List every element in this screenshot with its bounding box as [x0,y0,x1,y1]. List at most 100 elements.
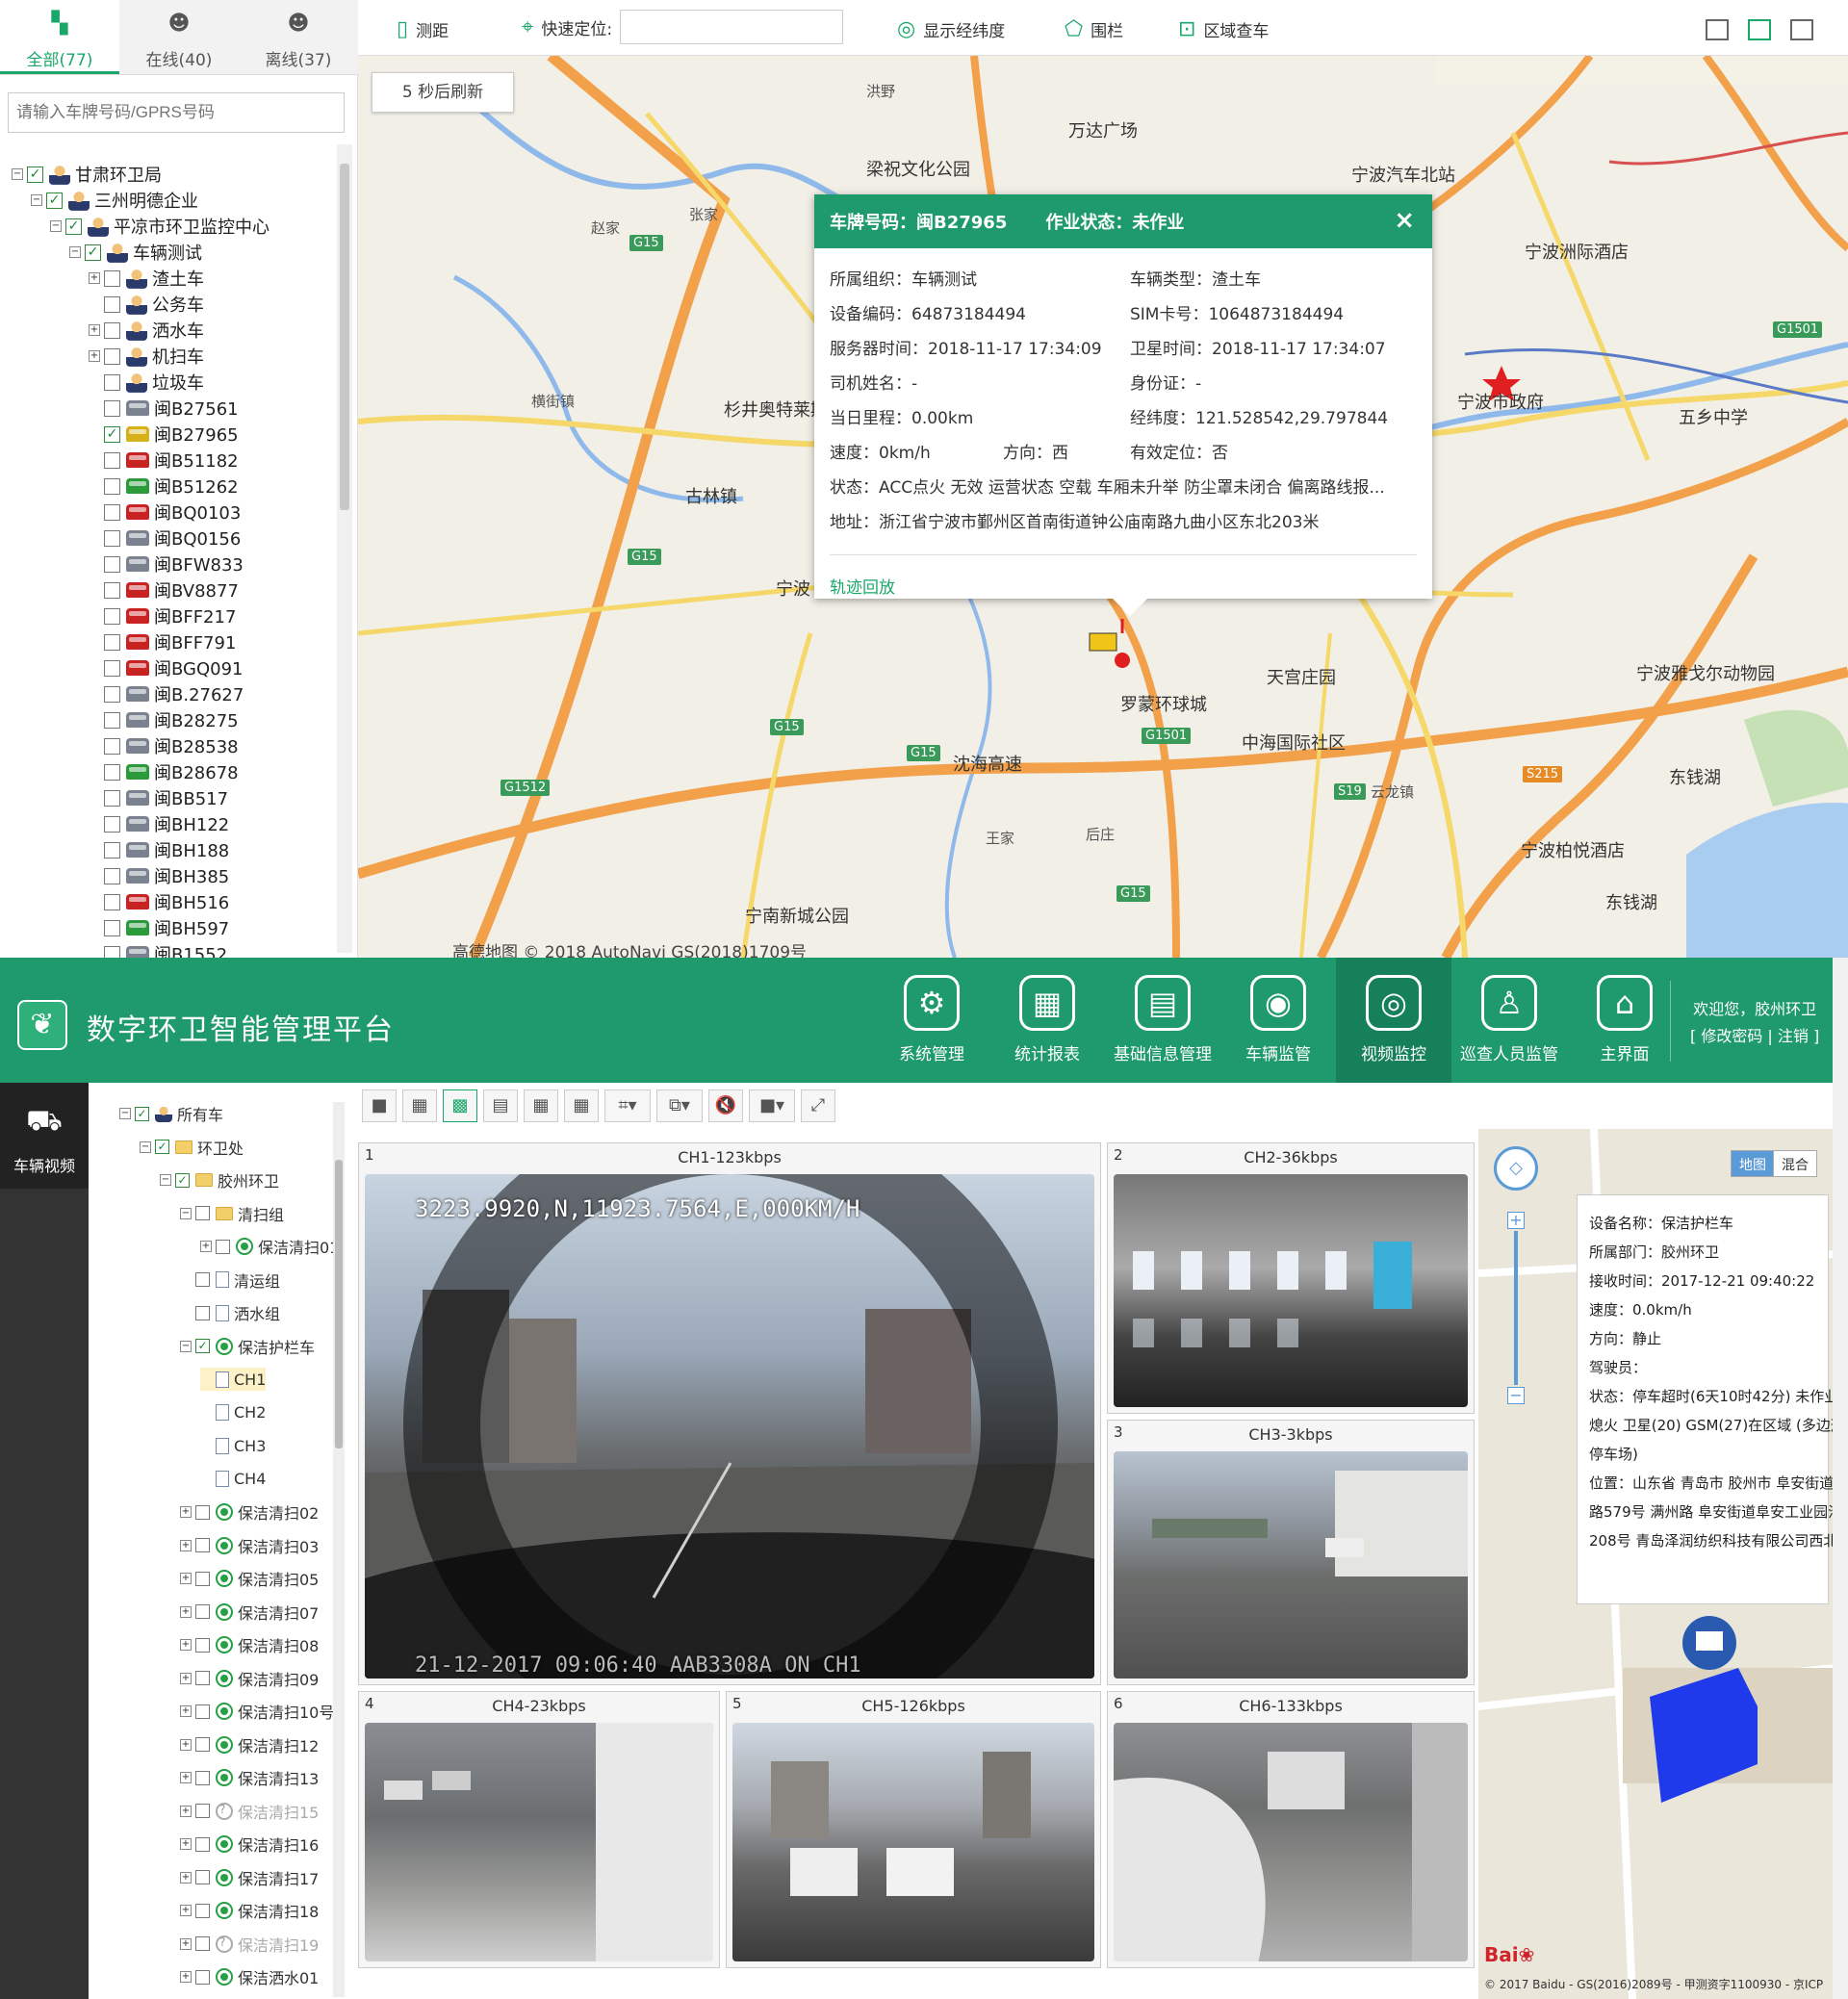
video-cell-1[interactable]: 1 CH1-123kbps 3223.9920,N,11923.7564,E,0… [358,1142,1101,1685]
expand-toggle-icon[interactable]: + [180,1971,192,1983]
tree-item[interactable]: + 机扫车 [89,344,204,369]
layout-8-icon[interactable]: ▤ [483,1089,518,1122]
expand-toggle-icon[interactable]: − [160,1174,171,1186]
channel-tree-item[interactable]: + 保洁清扫02 [180,1500,319,1524]
tree-item[interactable]: 闽B.27627 [89,681,244,706]
tree-item[interactable]: 闽B28538 [89,733,239,758]
tree-checkbox[interactable] [104,451,120,469]
tree-checkbox[interactable]: ✓ [104,425,120,443]
video-cell-3[interactable]: 3 CH3-3kbps [1107,1420,1475,1685]
expand-toggle-icon[interactable]: + [180,1772,192,1783]
tree-checkbox[interactable]: ✓ [155,1140,169,1154]
vehicle-search-input[interactable] [8,92,345,133]
channel-tree-item[interactable]: + 保洁清扫07 [180,1601,319,1624]
expand-toggle-icon[interactable]: + [180,1838,192,1850]
expand-toggle-icon[interactable]: − [50,220,62,232]
layout-6-icon[interactable]: ▩ [443,1089,477,1122]
tree-checkbox[interactable] [104,529,120,547]
tree-item[interactable]: − ✓ 平凉市环卫监控中心 [50,214,270,239]
tree-checkbox[interactable]: ✓ [46,192,63,209]
video-cell-5[interactable]: 5 CH5-126kbps [726,1691,1101,1968]
tree-checkbox[interactable] [104,893,120,910]
channel-tree-item[interactable]: + 保洁清扫13 [180,1766,319,1789]
channel-tree-item[interactable]: + 保洁清扫05 [180,1567,319,1590]
tree-item[interactable]: 闽BH385 [89,863,229,888]
zoom-slider[interactable]: + − [1507,1212,1525,1404]
tree-checkbox[interactable] [195,1305,210,1320]
tree-checkbox[interactable] [104,295,120,313]
channel-tree-item[interactable]: + 保洁清扫17 [180,1866,319,1889]
tree-checkbox[interactable] [104,867,120,884]
expand-toggle-icon[interactable]: − [119,1108,131,1119]
tab-online[interactable]: ☻ 在线(40) [119,0,239,74]
close-icon[interactable]: × [1394,206,1415,235]
zoom-in-icon[interactable]: + [1507,1212,1525,1229]
tree-item[interactable]: 闽B51262 [89,474,239,499]
layout-9-icon[interactable]: ▦ [524,1089,558,1122]
tree-item[interactable]: 闽BGQ091 [89,655,244,680]
expand-toggle-icon[interactable]: + [180,1871,192,1884]
map-type-button[interactable]: 地图 [1731,1150,1775,1177]
expand-toggle-icon[interactable]: + [89,272,100,284]
mute-icon[interactable]: 🔇 [708,1089,743,1122]
expand-toggle-icon[interactable]: − [180,1340,192,1352]
tree-item[interactable]: 闽BFF791 [89,629,236,654]
channel-tree-item[interactable]: − 清扫组 [180,1202,284,1225]
tree-checkbox[interactable] [104,555,120,573]
tree-item[interactable]: − ✓ 车辆测试 [69,240,202,265]
channel-tree-item[interactable]: CH3 [200,1434,266,1457]
expand-toggle-icon[interactable]: + [89,324,100,336]
tree-item[interactable]: 闽B28275 [89,707,239,732]
expand-toggle-icon[interactable]: − [69,246,81,258]
track-replay-link[interactable]: 轨迹回放 [830,574,895,598]
measure-button[interactable]: ▯ 测距 [397,17,449,41]
tree-checkbox[interactable] [104,789,120,807]
layout-16-icon[interactable]: ▦ [564,1089,599,1122]
tree-checkbox[interactable] [195,1604,210,1619]
tree-checkbox[interactable] [195,1804,210,1818]
channel-tree-scrollbar[interactable] [333,1102,345,1997]
expand-toggle-icon[interactable]: + [180,1672,192,1684]
video-cell-4[interactable]: 4 CH4-23kbps [358,1691,720,1968]
stop-dropdown-icon[interactable]: ■▾ [749,1089,795,1122]
tree-item[interactable]: 闽BH122 [89,811,229,836]
channel-tree-item[interactable]: + 保洁清扫18 [180,1899,319,1922]
tree-checkbox[interactable] [104,321,120,339]
channel-tree-item[interactable]: + 保洁清扫19 [180,1933,319,1956]
tree-checkbox[interactable] [104,581,120,599]
zoom-track[interactable] [1514,1231,1518,1385]
channel-tree-item[interactable]: + 保洁清扫09 [180,1667,319,1690]
tree-item[interactable]: 闽BH188 [89,837,229,862]
tree-item[interactable]: 公务车 [89,292,204,317]
tree-checkbox[interactable] [104,347,120,365]
tree-checkbox[interactable] [195,1770,210,1785]
nav-item-1[interactable]: ⚙ 系统管理 [874,958,989,1083]
tree-item[interactable]: 闽BV8877 [89,577,239,602]
tree-checkbox[interactable] [195,1704,210,1719]
channel-tree-item[interactable]: CH2 [200,1401,266,1424]
tree-item[interactable]: − ✓ 三州明德企业 [31,188,198,213]
tree-checkbox[interactable] [195,1571,210,1586]
expand-toggle-icon[interactable]: + [200,1241,212,1252]
account-links[interactable]: [ 修改密码 | 注销 ] [1690,1023,1819,1050]
nav-item-6[interactable]: ♙ 巡查人员监管 [1451,958,1567,1083]
nav-item-2[interactable]: ▦ 统计报表 [989,958,1105,1083]
expand-toggle-icon[interactable]: + [180,1639,192,1651]
tree-item[interactable]: + 洒水车 [89,318,204,343]
zoom-out-icon[interactable]: − [1507,1387,1525,1404]
expand-toggle-icon[interactable]: + [180,1805,192,1817]
channel-tree-item[interactable]: + 保洁清扫01 [200,1235,339,1258]
tab-all[interactable]: ▚ 全部(77) [0,0,119,74]
tree-checkbox[interactable] [195,1903,210,1918]
expand-toggle-icon[interactable]: − [180,1207,192,1219]
expand-toggle-icon[interactable]: + [89,350,100,362]
expand-toggle-icon[interactable]: + [180,1539,192,1551]
tree-checkbox[interactable] [104,659,120,677]
channel-tree-item[interactable]: + 保洁清扫15 [180,1800,319,1823]
tree-checkbox[interactable] [195,1870,210,1884]
page-scrollbar[interactable] [1833,958,1848,1999]
channel-tree-item[interactable]: 洒水组 [180,1301,280,1324]
tab-offline[interactable]: ☻ 离线(37) [239,0,358,74]
hybrid-type-button[interactable]: 混合 [1773,1150,1817,1177]
expand-toggle-icon[interactable]: + [180,1605,192,1618]
